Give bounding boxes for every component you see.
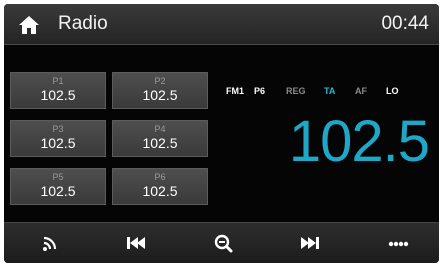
preset-button-p5[interactable]: P5 102.5 <box>10 168 106 205</box>
preset-number: P1 <box>52 76 64 86</box>
more-button[interactable] <box>384 231 412 255</box>
radio-waves-button[interactable] <box>36 231 64 255</box>
preset-indicator: P6 <box>254 86 266 96</box>
header-bar: Radio 00:44 <box>4 4 439 45</box>
page-title: Radio <box>58 13 108 34</box>
lo-indicator: LO <box>386 86 399 96</box>
preset-number: P5 <box>52 172 64 182</box>
home-icon <box>19 16 39 34</box>
radio-waves-icon <box>43 236 57 251</box>
preset-number: P4 <box>154 124 166 134</box>
more-icon <box>388 241 409 247</box>
seek-forward-icon <box>301 237 319 249</box>
preset-frequency: 102.5 <box>40 183 76 199</box>
preset-frequency: 102.5 <box>142 183 178 199</box>
af-indicator: AF <box>355 86 367 96</box>
bottom-toolbar <box>4 222 439 263</box>
preset-button-p4[interactable]: P4 102.5 <box>112 120 208 157</box>
preset-button-p6[interactable]: P6 102.5 <box>112 168 208 205</box>
seek-back-icon <box>127 237 145 249</box>
preset-button-p1[interactable]: P1 102.5 <box>10 72 106 109</box>
search-icon <box>214 234 233 253</box>
search-button[interactable] <box>210 231 238 255</box>
preset-number: P3 <box>52 124 64 134</box>
seek-back-button[interactable] <box>123 231 151 255</box>
preset-button-p2[interactable]: P2 102.5 <box>112 72 208 109</box>
preset-frequency: 102.5 <box>40 135 76 151</box>
preset-number: P2 <box>154 76 166 86</box>
band-indicator: FM1 <box>226 86 244 96</box>
radio-screen: Radio 00:44 P1 102.5 P2 102.5 P3 102.5 P… <box>4 4 439 263</box>
seek-forward-button[interactable] <box>295 231 323 255</box>
preset-number: P6 <box>154 172 166 182</box>
clock: 00:44 <box>381 13 429 34</box>
preset-button-p3[interactable]: P3 102.5 <box>10 120 106 157</box>
frequency-display: 102.5 <box>288 109 430 174</box>
preset-frequency: 102.5 <box>142 135 178 151</box>
preset-frequency: 102.5 <box>142 87 178 103</box>
reg-indicator: REG <box>286 86 306 96</box>
home-button[interactable] <box>18 15 40 35</box>
preset-frequency: 102.5 <box>40 87 76 103</box>
ta-indicator: TA <box>324 86 336 96</box>
